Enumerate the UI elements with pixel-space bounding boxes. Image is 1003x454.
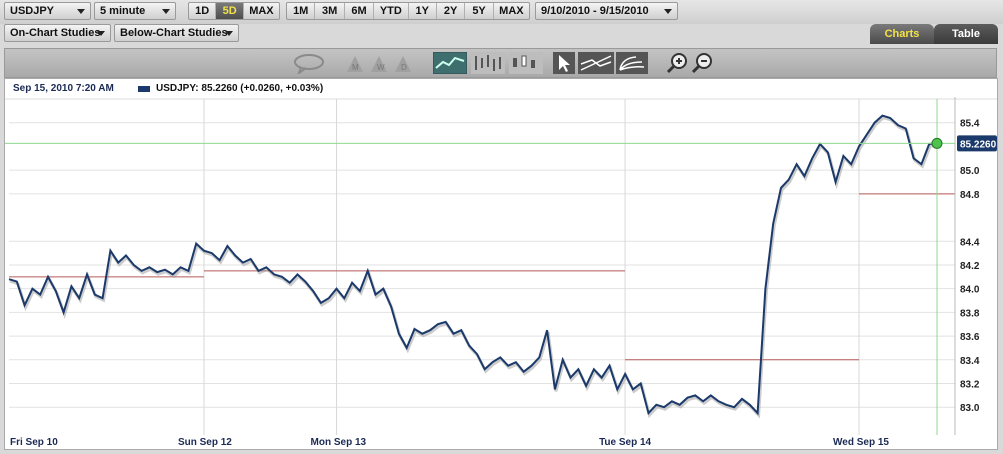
- date-range-select[interactable]: 9/10/2010 - 9/15/2010: [535, 2, 678, 20]
- event-markers-icon[interactable]: MWD: [345, 52, 415, 74]
- pointer-icon[interactable]: [553, 52, 575, 74]
- x-tick-label: Mon Sep 13: [311, 437, 367, 448]
- prev-close-lines: [9, 193, 955, 361]
- last-price-marker: 85.2260: [5, 99, 997, 435]
- below-chart-studies-select[interactable]: Below-Chart Studies: [114, 24, 239, 42]
- on-chart-studies-select[interactable]: On-Chart Studies: [4, 24, 111, 42]
- svg-text:M: M: [352, 63, 359, 72]
- tab-charts[interactable]: Charts: [870, 24, 934, 44]
- chevron-down-icon: [664, 9, 672, 14]
- range-button-ytd[interactable]: YTD: [374, 3, 409, 19]
- y-tick-label: 83.4: [960, 356, 980, 367]
- tab-table[interactable]: Table: [934, 24, 998, 44]
- range-button-1y[interactable]: 1Y: [409, 3, 437, 19]
- x-tick-label: Wed Sep 15: [833, 437, 889, 448]
- svg-text:D: D: [401, 63, 407, 72]
- range-button-2y[interactable]: 2Y: [437, 3, 466, 19]
- candlestick-chart-icon[interactable]: [509, 52, 543, 74]
- range-button-6m[interactable]: 6M: [345, 3, 375, 19]
- range-button-1m[interactable]: 1M: [287, 3, 316, 19]
- y-tick-label: 83.0: [960, 403, 980, 414]
- x-axis: Fri Sep 10 Sun Sep 12 Mon Sep 13 Tue Sep 14…: [10, 437, 889, 448]
- x-tick-label: Fri Sep 10: [10, 437, 58, 448]
- last-price-label: 85.2260: [960, 139, 997, 150]
- interval-value: 5 minute: [100, 5, 146, 17]
- trendline-icon[interactable]: [578, 52, 614, 74]
- symbol-value: USDJPY: [10, 5, 55, 17]
- range-button-5d[interactable]: 5D: [216, 3, 244, 19]
- range-short-group: 1D 5D MAX: [188, 2, 280, 20]
- chevron-down-icon: [225, 31, 233, 36]
- y-tick-label: 83.6: [960, 332, 980, 343]
- svg-text:W: W: [377, 63, 385, 72]
- symbol-select[interactable]: USDJPY: [4, 2, 91, 20]
- chart-tools-bar: MWD: [4, 48, 997, 78]
- y-tick-label: 84.8: [960, 190, 980, 201]
- y-tick-label: 83.2: [960, 380, 980, 391]
- zoom-out-icon[interactable]: [691, 52, 713, 74]
- chevron-down-icon: [97, 31, 105, 36]
- date-range-value: 9/10/2010 - 9/15/2010: [541, 5, 649, 17]
- y-tick-label: 85.4: [960, 119, 980, 130]
- zoom-in-icon[interactable]: [666, 52, 688, 74]
- chart-panel: Sep 15, 2010 7:20 AM USDJPY: 85.2260 (+0…: [4, 78, 998, 450]
- price-chart[interactable]: 85.4 85.0 84.8 84.4 84.2 84.0 83.8 83.6 83.4 83.2…: [5, 79, 997, 449]
- price-line: [8, 114, 938, 416]
- grid-lines: [5, 98, 997, 435]
- interval-select[interactable]: 5 minute: [94, 2, 176, 20]
- y-tick-label: 84.4: [960, 237, 980, 248]
- range-long-group: 1M 3M 6M YTD 1Y 2Y 5Y MAX: [286, 2, 530, 20]
- line-chart-icon[interactable]: [433, 52, 467, 74]
- range-button-max[interactable]: MAX: [244, 3, 279, 19]
- x-tick-label: Tue Sep 14: [599, 437, 651, 448]
- chevron-down-icon: [162, 9, 170, 14]
- y-tick-label: 84.0: [960, 285, 980, 296]
- range-button-max-long[interactable]: MAX: [494, 3, 529, 19]
- x-tick-label: Sun Sep 12: [178, 437, 232, 448]
- chevron-down-icon: [77, 9, 85, 14]
- y-tick-label: 85.0: [960, 166, 980, 177]
- y-tick-label: 83.8: [960, 308, 980, 319]
- on-chart-studies-label: On-Chart Studies: [10, 27, 101, 39]
- fibonacci-icon[interactable]: [616, 52, 648, 74]
- speech-bubble-icon[interactable]: [291, 52, 327, 74]
- range-button-5y[interactable]: 5Y: [465, 3, 494, 19]
- range-button-3m[interactable]: 3M: [315, 3, 345, 19]
- last-price-dot: [931, 137, 943, 149]
- below-chart-studies-label: Below-Chart Studies: [120, 27, 228, 39]
- y-tick-label: 84.2: [960, 261, 980, 272]
- range-button-1d[interactable]: 1D: [189, 3, 217, 19]
- ohlc-chart-icon[interactable]: [471, 52, 505, 74]
